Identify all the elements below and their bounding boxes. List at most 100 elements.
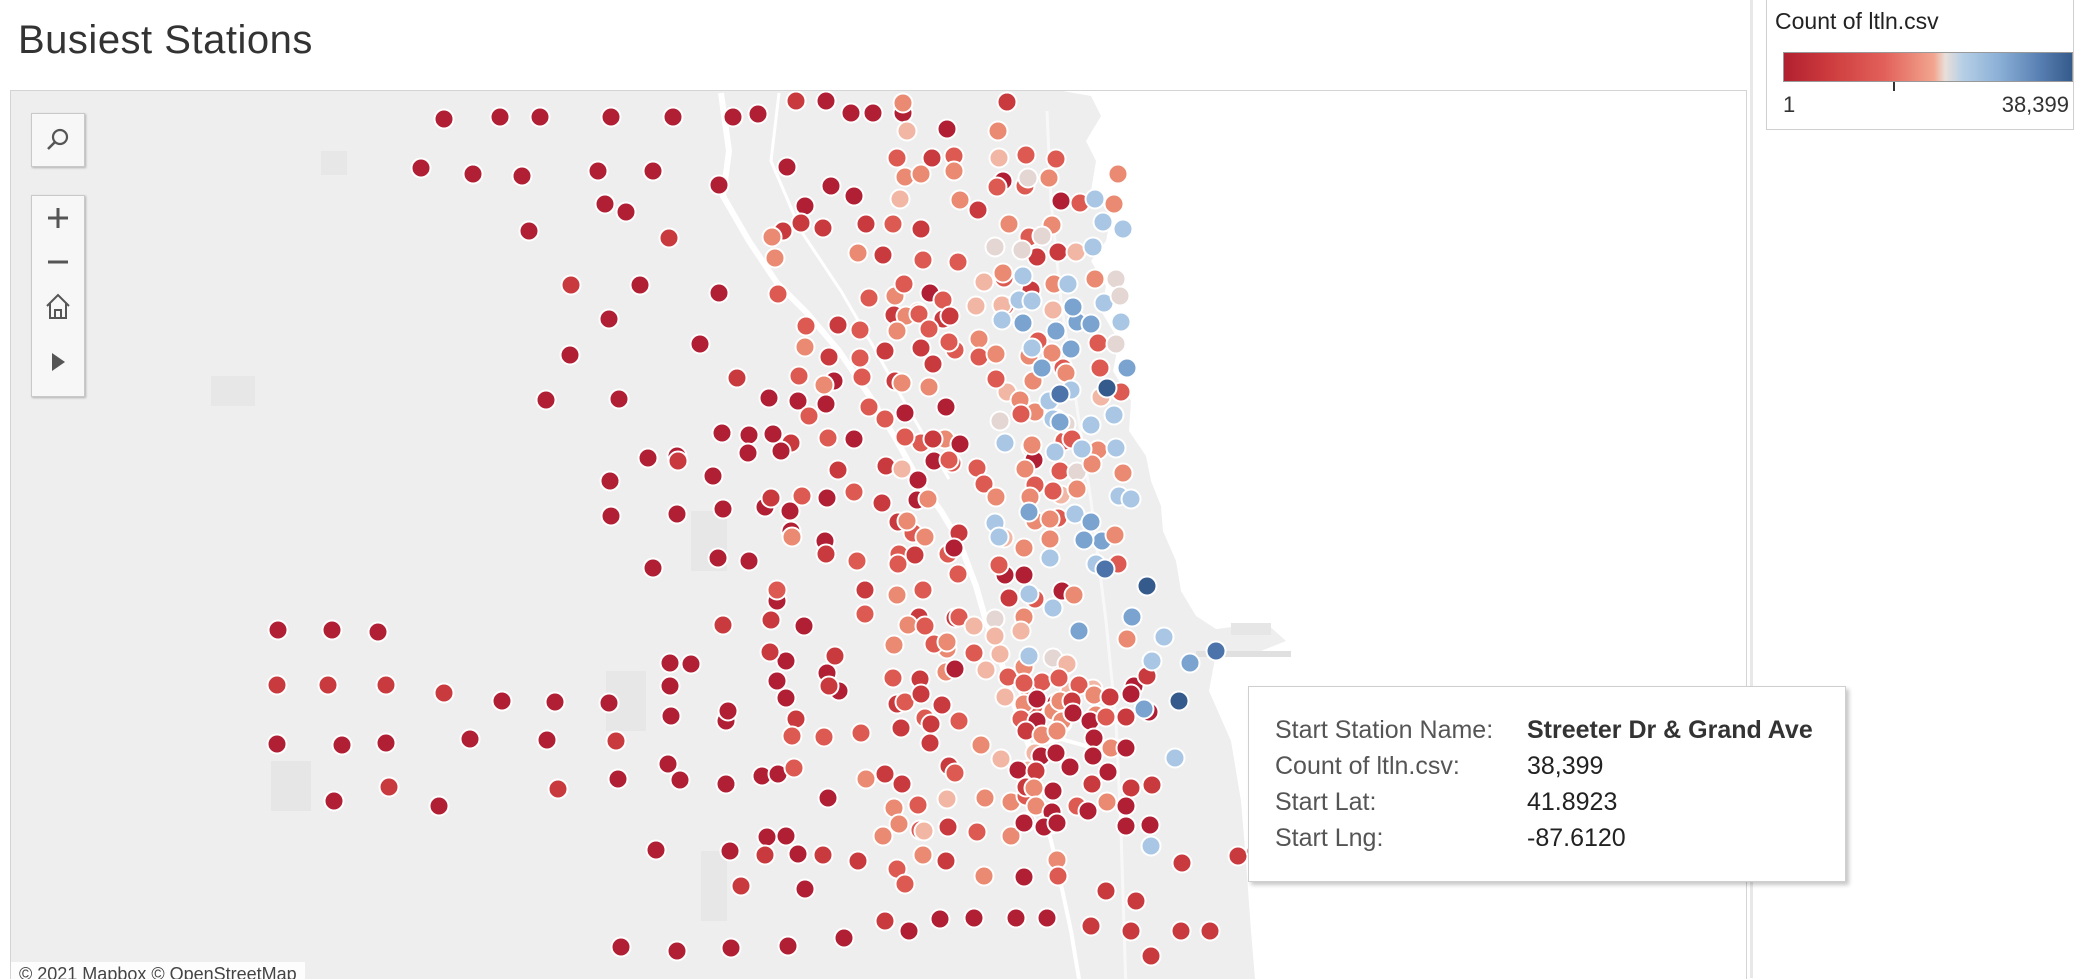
station-marker[interactable] (948, 710, 970, 732)
station-marker[interactable] (815, 393, 837, 415)
station-marker[interactable] (785, 708, 807, 730)
station-marker[interactable] (1042, 480, 1064, 502)
station-marker[interactable] (947, 251, 969, 273)
station-marker[interactable] (854, 579, 876, 601)
station-marker[interactable] (843, 428, 865, 450)
station-marker[interactable] (882, 667, 904, 689)
station-marker[interactable] (1112, 218, 1134, 240)
station-marker[interactable] (987, 120, 1009, 142)
station-marker[interactable] (935, 850, 957, 872)
station-marker[interactable] (767, 283, 789, 305)
station-marker[interactable] (1115, 815, 1137, 837)
station-marker[interactable] (1120, 488, 1142, 510)
station-marker[interactable] (812, 217, 834, 239)
map-search-button[interactable] (31, 113, 85, 167)
station-marker[interactable] (812, 844, 834, 866)
station-marker[interactable] (917, 488, 939, 510)
station-marker[interactable] (943, 160, 965, 182)
station-marker[interactable] (659, 675, 681, 697)
station-marker[interactable] (827, 314, 849, 336)
station-marker[interactable] (600, 505, 622, 527)
station-marker[interactable] (894, 402, 916, 424)
station-marker[interactable] (1014, 458, 1036, 480)
station-marker[interactable] (491, 690, 513, 712)
station-marker[interactable] (1010, 620, 1032, 642)
station-marker[interactable] (922, 428, 944, 450)
station-marker[interactable] (1141, 650, 1163, 672)
station-marker[interactable] (896, 120, 918, 142)
station-marker[interactable] (910, 683, 932, 705)
station-marker[interactable] (1038, 167, 1060, 189)
station-marker[interactable] (965, 295, 987, 317)
station-marker[interactable] (428, 795, 450, 817)
station-marker[interactable] (968, 346, 990, 368)
station-marker[interactable] (1227, 845, 1249, 867)
station-marker[interactable] (1010, 403, 1032, 425)
station-marker[interactable] (847, 850, 869, 872)
station-marker[interactable] (726, 367, 748, 389)
station-marker[interactable] (1013, 672, 1035, 694)
station-marker[interactable] (910, 163, 932, 185)
station-marker[interactable] (1036, 907, 1058, 929)
station-marker[interactable] (600, 106, 622, 128)
station-marker[interactable] (1115, 795, 1137, 817)
station-marker[interactable] (667, 450, 689, 472)
station-marker[interactable] (854, 603, 876, 625)
station-marker[interactable] (707, 547, 729, 569)
station-marker[interactable] (1039, 547, 1061, 569)
station-marker[interactable] (754, 844, 776, 866)
station-marker[interactable] (943, 537, 965, 559)
station-marker[interactable] (817, 427, 839, 449)
station-marker[interactable] (1125, 890, 1147, 912)
station-marker[interactable] (1063, 584, 1085, 606)
station-marker[interactable] (410, 157, 432, 179)
station-marker[interactable] (918, 376, 940, 398)
station-marker[interactable] (459, 728, 481, 750)
station-marker[interactable] (914, 526, 936, 548)
station-marker[interactable] (715, 773, 737, 795)
station-marker[interactable] (764, 247, 786, 269)
station-marker[interactable] (890, 717, 912, 739)
station-marker[interactable] (605, 730, 627, 752)
station-marker[interactable] (1049, 411, 1071, 433)
station-marker[interactable] (1092, 211, 1114, 233)
station-marker[interactable] (1110, 311, 1132, 333)
station-marker[interactable] (433, 108, 455, 130)
station-marker[interactable] (889, 188, 911, 210)
station-marker[interactable] (912, 249, 934, 271)
station-marker[interactable] (874, 910, 896, 932)
station-marker[interactable] (702, 465, 724, 487)
station-marker[interactable] (737, 442, 759, 464)
station-marker[interactable] (367, 621, 389, 643)
station-marker[interactable] (1089, 357, 1111, 379)
station-marker[interactable] (1013, 564, 1035, 586)
station-marker[interactable] (1105, 333, 1127, 355)
station-marker[interactable] (708, 282, 730, 304)
station-marker[interactable] (730, 875, 752, 897)
station-marker[interactable] (785, 91, 807, 112)
station-marker[interactable] (966, 821, 988, 843)
station-marker[interactable] (862, 102, 884, 124)
station-marker[interactable] (1017, 167, 1039, 189)
station-marker[interactable] (1018, 583, 1040, 605)
station-marker[interactable] (1080, 313, 1102, 335)
station-marker[interactable] (790, 212, 812, 234)
station-marker[interactable] (1018, 501, 1040, 523)
station-marker[interactable] (1121, 606, 1143, 628)
station-marker[interactable] (1046, 720, 1068, 742)
station-marker[interactable] (851, 366, 873, 388)
station-marker[interactable] (1205, 640, 1227, 662)
station-marker[interactable] (816, 487, 838, 509)
station-marker[interactable] (820, 175, 842, 197)
station-marker[interactable] (775, 825, 797, 847)
station-marker[interactable] (1105, 437, 1127, 459)
station-marker[interactable] (689, 333, 711, 355)
station-marker[interactable] (1140, 835, 1162, 857)
station-marker[interactable] (375, 674, 397, 696)
station-marker[interactable] (1039, 528, 1061, 550)
station-marker[interactable] (666, 940, 688, 962)
station-marker[interactable] (1171, 852, 1193, 874)
station-marker[interactable] (762, 423, 784, 445)
station-marker[interactable] (855, 213, 877, 235)
home-button[interactable] (32, 284, 84, 328)
